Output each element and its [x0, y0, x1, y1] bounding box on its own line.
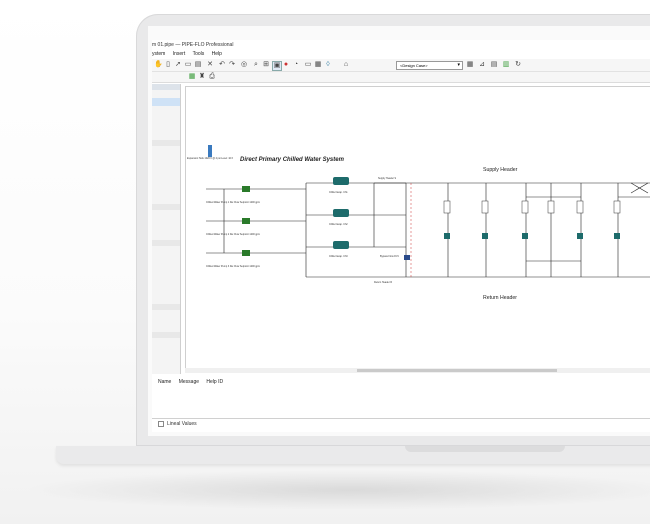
menu-insert[interactable]: Insert	[173, 51, 186, 57]
gauge-icon[interactable]: ◔	[292, 61, 300, 69]
tank-label: Expansion Tank 1020 ft @ 4 psi Level: 10…	[187, 157, 233, 160]
menu-system[interactable]: ystem	[152, 51, 165, 57]
fit-icon[interactable]: ⊞	[262, 61, 270, 69]
lineal-values-label: Lineal Values	[167, 421, 197, 427]
doc-icon[interactable]: ▭	[184, 61, 192, 69]
panel-section[interactable]	[152, 140, 180, 146]
pump-icon[interactable]: ♜	[198, 73, 206, 81]
diagram-canvas[interactable]: Direct Primary Chilled Water System Supp…	[185, 86, 650, 372]
tag-icon[interactable]: ⌂	[342, 61, 350, 69]
layers-icon[interactable]: ▭	[304, 61, 312, 69]
diagram-title: Direct Primary Chilled Water System	[240, 157, 345, 163]
column-message[interactable]: Message	[179, 379, 199, 385]
binoculars-icon[interactable]: ◎	[240, 61, 248, 69]
left-panel	[152, 84, 181, 374]
return-header-label: Return Header	[483, 295, 517, 301]
drop-icon[interactable]: ◊	[324, 61, 332, 69]
color-wheel-icon[interactable]: ●	[282, 61, 290, 69]
sheet-icon[interactable]: ▥	[502, 61, 510, 69]
calc-icon[interactable]: ▦	[188, 73, 196, 81]
pointer-icon[interactable]: ➚	[174, 61, 182, 69]
panel-header	[152, 84, 180, 90]
supply-header-label: Supply Header	[483, 167, 518, 173]
bypass-label: Bypass Flow FCV	[380, 255, 399, 258]
secondary-toolbar: ▦ ♜ ⎙	[152, 72, 650, 83]
window-title: m 01.pipe — PIPE-FLO Professional	[152, 42, 234, 48]
chiller-1-label: Chiller Evap. Ch1	[329, 191, 348, 194]
refresh-icon[interactable]: ↻	[514, 61, 522, 69]
panel-section[interactable]	[152, 332, 180, 338]
canvas-horizontal-scrollbar[interactable]	[185, 368, 650, 373]
chart-icon[interactable]: ⊿	[478, 61, 486, 69]
column-name[interactable]: Name	[158, 379, 171, 385]
menu-help[interactable]: Help	[212, 51, 222, 57]
message-area	[152, 386, 650, 419]
status-bar: Lineal Values	[152, 420, 650, 429]
pump-2-label: Chilled Water Pump 2 Da: Flow Setpoint 1…	[206, 233, 260, 236]
panel-section[interactable]	[152, 240, 180, 246]
design-case-select[interactable]: <Design Case>	[396, 61, 463, 70]
menu-tools[interactable]: Tools	[193, 51, 205, 57]
column-help-id[interactable]: Help ID	[206, 379, 223, 385]
redo-icon[interactable]: ↷	[228, 61, 236, 69]
report-icon[interactable]: ▤	[490, 61, 498, 69]
main-toolbar: ✋ ▯ ➚ ▭ ▤ ✕ ↶ ↷ ◎ ⌕ ⊞ ▣ ● ◔ ▭ ▦ ◊ ⌂ <Des…	[152, 59, 650, 72]
pipe-diagram: Direct Primary Chilled Water System Supp…	[187, 145, 650, 301]
pump-3-label: Chilled Water Pump 3 Da: Flow Setpoint 1…	[206, 265, 260, 268]
app-window: m 01.pipe — PIPE-FLO Professional ystem …	[152, 40, 650, 432]
scroll-thumb[interactable]	[357, 369, 557, 372]
undo-icon[interactable]: ↶	[218, 61, 226, 69]
return-node-label: Return Header R	[374, 281, 392, 284]
hand-icon[interactable]: ✋	[154, 61, 163, 69]
lineal-values-checkbox[interactable]	[158, 420, 164, 427]
screen-icon[interactable]: ▣	[272, 61, 282, 71]
grid-icon[interactable]: ▦	[314, 61, 322, 69]
doc-icon[interactable]: ▯	[164, 61, 172, 69]
clipboard-icon[interactable]: ▤	[194, 61, 202, 69]
grid-icon[interactable]: ▦	[466, 61, 474, 69]
panel-section[interactable]	[152, 204, 180, 210]
laptop-notch	[405, 446, 565, 452]
chiller-3-label: Chiller Evap. Ch3	[329, 255, 348, 258]
printer-icon[interactable]: ⎙	[208, 73, 216, 81]
menu-bar: ystem Insert Tools Help	[152, 50, 650, 59]
cut-icon[interactable]: ✕	[206, 61, 214, 69]
zoom-icon[interactable]: ⌕	[252, 61, 260, 69]
panel-selected-row[interactable]	[152, 98, 180, 106]
laptop-shadow	[20, 470, 650, 510]
supply-node-label: Supply Header S	[378, 177, 396, 180]
chiller-2-label: Chiller Evap. Ch2	[329, 223, 348, 226]
pump-1-label: Chilled Water Pump 1 Da: Flow Setpoint 1…	[206, 201, 260, 204]
panel-section[interactable]	[152, 304, 180, 310]
